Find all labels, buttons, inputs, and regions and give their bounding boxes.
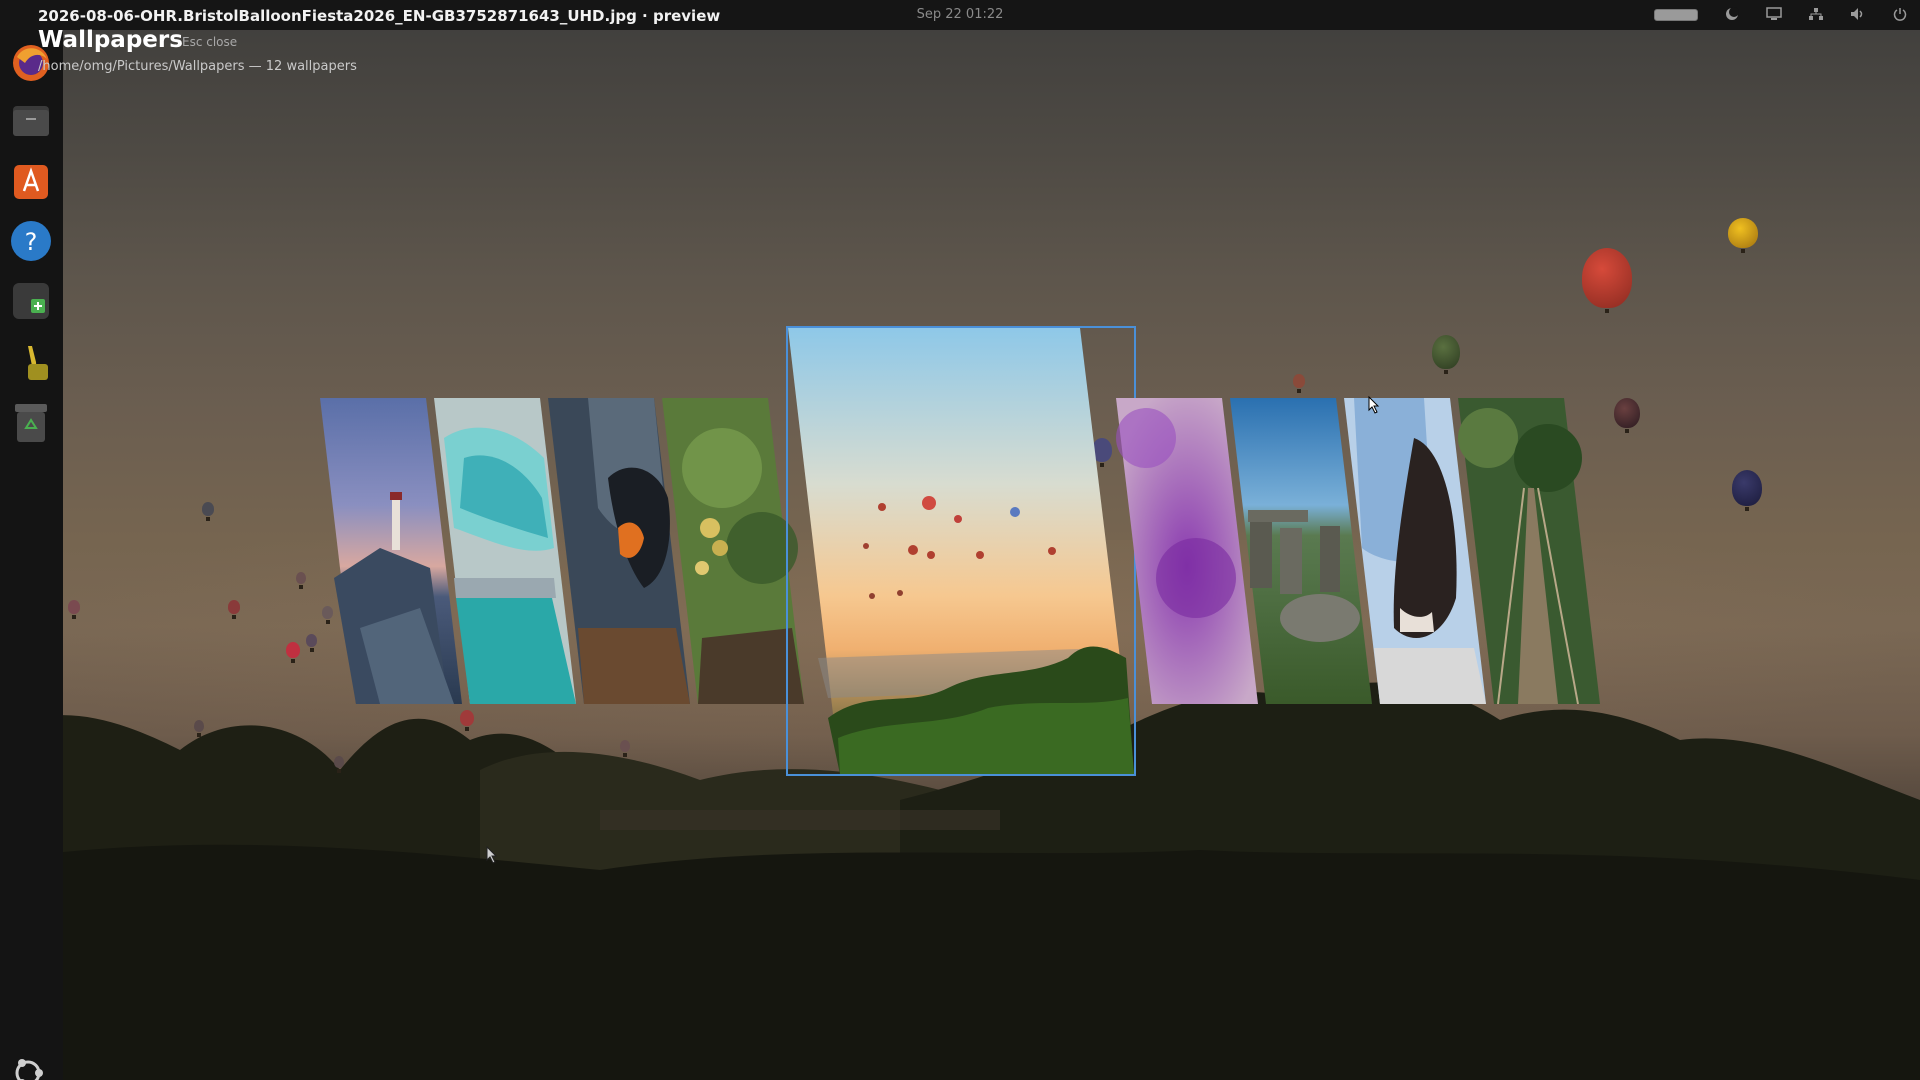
- balloon-decoration: [194, 720, 204, 737]
- balloon-decoration: [1614, 398, 1640, 433]
- extension-icon[interactable]: [10, 280, 52, 322]
- balloon-decoration: [202, 502, 214, 521]
- balloon-decoration: [1582, 248, 1632, 313]
- svg-text:?: ?: [25, 228, 38, 256]
- preview-filename: 2026-08-06-OHR.BristolBalloonFiesta2026_…: [38, 7, 721, 25]
- app-center-icon[interactable]: [10, 160, 52, 202]
- help-icon[interactable]: ?: [10, 220, 52, 262]
- balloon-decoration: [1293, 374, 1305, 393]
- trash-icon[interactable]: [10, 402, 52, 444]
- balloon-decoration: [68, 600, 80, 619]
- balloon-decoration: [296, 572, 306, 589]
- files-icon[interactable]: [10, 100, 52, 142]
- volume-icon[interactable]: [1850, 7, 1866, 23]
- wallpaper-card[interactable]: [1458, 398, 1600, 704]
- balloon-decoration: [620, 740, 630, 757]
- battery-icon[interactable]: [1654, 9, 1698, 21]
- wallpaper-card-selected[interactable]: [786, 326, 1136, 776]
- balloon-decoration: [1728, 218, 1758, 253]
- network-icon[interactable]: [1808, 7, 1824, 23]
- power-icon[interactable]: [1892, 7, 1908, 23]
- balloon-decoration: [1432, 335, 1460, 374]
- wallpaper-thumbnail: [662, 398, 804, 704]
- balloon-decoration: [460, 710, 474, 731]
- folder-path: /home/omg/Pictures/Wallpapers — 12 wallp…: [38, 59, 357, 74]
- ubuntu-apps-icon[interactable]: [10, 1055, 52, 1080]
- tuba-icon[interactable]: [10, 340, 52, 382]
- close-hint: Esc close: [182, 35, 238, 49]
- balloon-decoration: [306, 634, 317, 652]
- system-tray[interactable]: [1654, 6, 1908, 24]
- page-title: Wallpapers: [38, 27, 183, 53]
- balloon-decoration: [334, 756, 344, 773]
- dock: ?: [0, 30, 63, 1080]
- wallpaper-thumbnail: [788, 328, 1134, 774]
- wallpaper-card[interactable]: [662, 398, 804, 704]
- mouse-cursor-icon: [1368, 396, 1380, 414]
- balloon-decoration: [228, 600, 240, 619]
- night-light-icon[interactable]: [1724, 7, 1740, 23]
- balloon-decoration: [286, 642, 300, 663]
- mouse-cursor-icon: [486, 846, 498, 864]
- display-icon[interactable]: [1766, 7, 1782, 23]
- balloon-decoration: [1732, 470, 1762, 511]
- wallpaper-thumbnail: [1458, 398, 1600, 704]
